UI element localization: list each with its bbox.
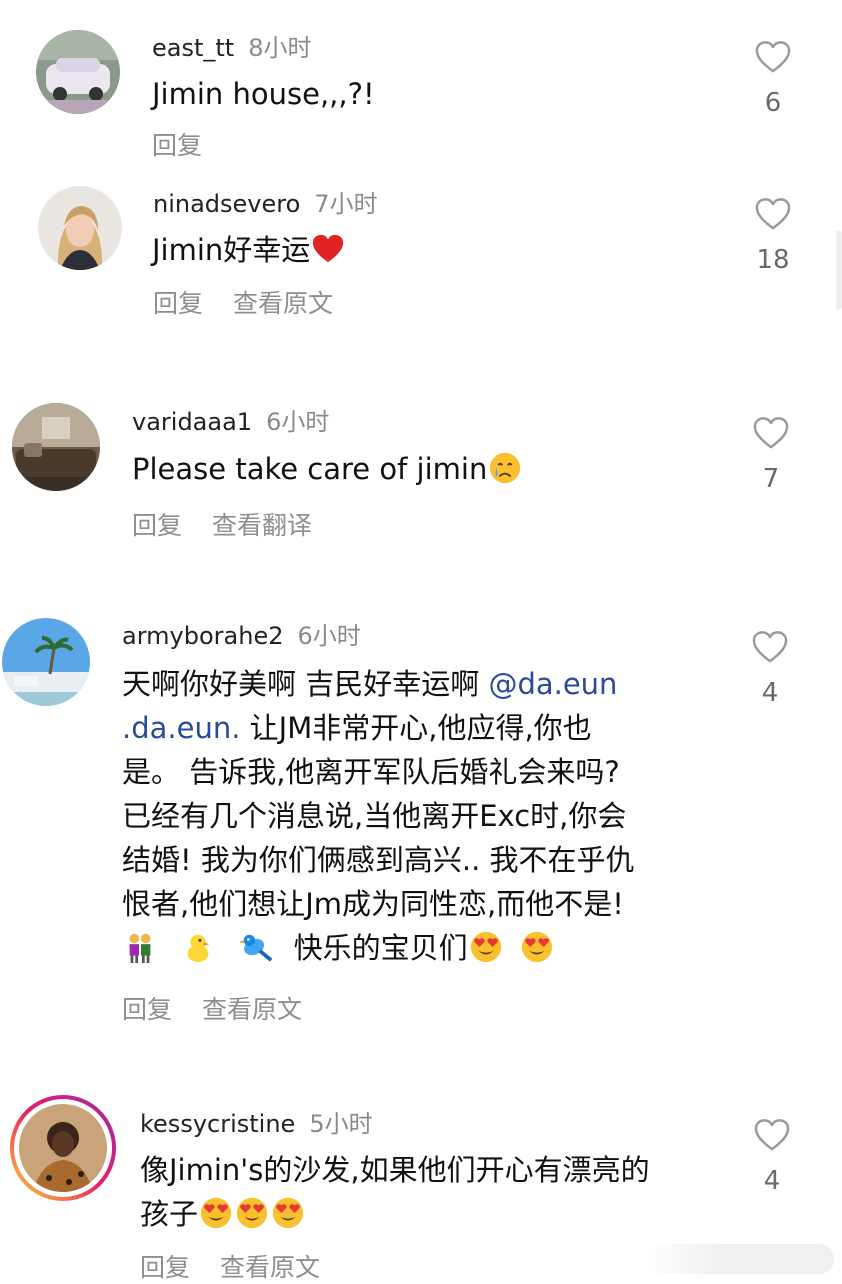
username[interactable]: armyborahe2 (122, 622, 283, 650)
comment-text-body: Jimin house,,,?! (152, 77, 375, 111)
comment-actions: 回复 查看翻译 (132, 506, 312, 542)
comment-line: 像Jimin's的沙发,如果他们开心有漂亮的 (140, 1153, 650, 1187)
heart-icon[interactable] (752, 416, 790, 450)
like-count: 7 (762, 464, 780, 494)
comment-line-text: 孩子 (140, 1197, 199, 1231)
living-room-avatar-icon (12, 403, 100, 491)
like-control[interactable]: 4 (742, 1118, 802, 1196)
comment-meta: varidaaa1 6小时 (132, 402, 329, 437)
comment-text: 天啊你好美啊 吉民好幸运啊 @da.eun .da.eun. 让JM非常开心,他… (122, 662, 722, 970)
reply-button[interactable]: 回复 (153, 289, 203, 318)
comment-text-body: Jimin好幸运 (152, 233, 311, 267)
username[interactable]: ninadsevero (153, 190, 300, 218)
reply-button[interactable]: 回复 (132, 511, 182, 540)
username[interactable]: east_tt (152, 34, 234, 62)
comment-line: 已经有几个消息说,当他离开Exc时,你会 (122, 799, 627, 833)
comment-actions: 回复 查看原文 (140, 1248, 320, 1284)
crying-face-icon (490, 452, 521, 484)
username[interactable]: varidaaa1 (132, 408, 252, 436)
comment-line: 天啊你好美啊 吉民好幸运啊 @da.eun (122, 662, 722, 706)
mention-link[interactable]: @da.eun (488, 667, 617, 701)
comment-text: Jimin好幸运 (152, 228, 346, 272)
blonde-woman-avatar-icon (38, 186, 122, 270)
like-control[interactable]: 4 (740, 630, 800, 708)
comment-actions: 回复 查看原文 (122, 990, 302, 1026)
comment-text: 像Jimin's的沙发,如果他们开心有漂亮的 孩子 (140, 1148, 740, 1236)
avatar[interactable] (12, 403, 100, 491)
heart-icon[interactable] (754, 197, 792, 231)
like-count: 4 (761, 678, 779, 708)
reply-button[interactable]: 回复 (140, 1253, 190, 1282)
comment-meta: ninadsevero 7小时 (153, 184, 378, 219)
reply-button[interactable]: 回复 (122, 995, 172, 1024)
comment-line: 结婚! 我为你们俩感到高兴.. 我不在乎仇 (122, 843, 635, 877)
like-count: 6 (764, 88, 782, 118)
timestamp: 5小时 (309, 1110, 373, 1138)
bird-icon (239, 934, 273, 962)
heart-eyes-icon (520, 930, 554, 964)
avatar[interactable] (10, 1095, 116, 1201)
like-count: 4 (763, 1166, 781, 1196)
like-count: 18 (756, 245, 790, 275)
avatar[interactable] (36, 30, 120, 114)
comment-line-text: 快乐的宝贝们 (293, 931, 468, 965)
comment-line: 恨者,他们想让Jm成为同性恋,而他不是! (122, 887, 624, 921)
username[interactable]: kessycristine (140, 1110, 295, 1138)
watermark-fade (644, 1244, 834, 1274)
reply-button[interactable]: 回复 (152, 131, 202, 160)
comment-meta: armyborahe2 6小时 (122, 616, 361, 651)
like-control[interactable]: 7 (741, 416, 801, 494)
chick-icon (187, 934, 210, 963)
timestamp: 6小时 (297, 622, 361, 650)
heart-eyes-icon (199, 1196, 233, 1230)
heart-icon[interactable] (753, 1118, 791, 1152)
comment-line: .da.eun. 让JM非常开心,他应得,你也 (122, 706, 722, 750)
red-heart-icon (313, 234, 344, 263)
like-control[interactable]: 18 (743, 197, 803, 275)
view-original-button[interactable]: 查看原文 (220, 1253, 320, 1282)
timestamp: 6小时 (266, 408, 330, 436)
comment-actions: 回复 (152, 126, 202, 162)
timestamp: 7小时 (314, 190, 378, 218)
view-original-button[interactable]: 查看原文 (233, 289, 333, 318)
white-car-avatar-icon (36, 30, 120, 114)
comment-actions: 回复 查看原文 (153, 284, 333, 320)
heart-icon[interactable] (751, 630, 789, 664)
couple-icon (129, 933, 151, 964)
view-translation-button[interactable]: 查看翻译 (212, 511, 312, 540)
view-original-button[interactable]: 查看原文 (202, 995, 302, 1024)
comment-meta: east_tt 8小时 (152, 28, 312, 63)
heart-eyes-icon (235, 1196, 269, 1230)
comment-text-body: Please take care of jimin (132, 452, 488, 486)
heart-eyes-icon (271, 1196, 305, 1230)
comment-text: Jimin house,,,?! (152, 72, 375, 116)
comment-line-text: 让JM非常开心,他应得,你也 (240, 711, 592, 745)
comment-text: Please take care of jimin (132, 447, 523, 491)
avatar[interactable] (38, 186, 122, 270)
like-control[interactable]: 6 (743, 40, 803, 118)
comment-line: 孩子 (140, 1192, 740, 1236)
comment-line: 是。 告诉我,他离开军队后婚礼会来吗? (122, 755, 620, 789)
heart-eyes-icon (469, 930, 503, 964)
mention-link[interactable]: .da.eun. (122, 711, 240, 745)
timestamp: 8小时 (248, 34, 312, 62)
comment-line-text: 天啊你好美啊 吉民好幸运啊 (122, 667, 489, 701)
scrollbar[interactable] (836, 230, 842, 310)
woman-portrait-icon (19, 1104, 107, 1192)
comment-line: 快乐的宝贝们 (122, 926, 722, 970)
comment-meta: kessycristine 5小时 (140, 1104, 373, 1139)
beach-palm-avatar-icon (2, 618, 90, 706)
avatar[interactable] (2, 618, 90, 706)
avatar-image (19, 1104, 107, 1192)
heart-icon[interactable] (754, 40, 792, 74)
